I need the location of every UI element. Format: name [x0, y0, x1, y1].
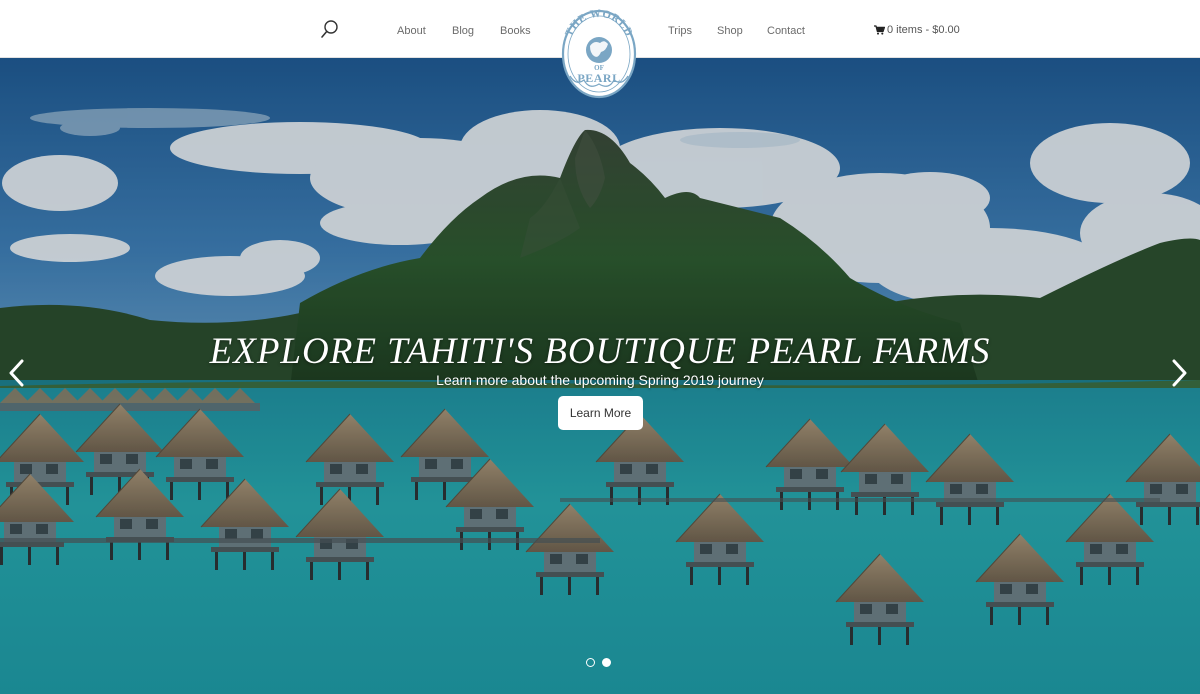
site-logo[interactable]: THE WORLD OF PEARL [556, 6, 642, 102]
hero-subtitle: Learn more about the upcoming Spring 201… [436, 372, 764, 388]
learn-more-button[interactable]: Learn More [558, 396, 643, 430]
slide-dot-1[interactable] [586, 658, 595, 667]
chevron-left-icon[interactable] [6, 358, 28, 388]
slide-dot-2[interactable] [602, 658, 611, 667]
chevron-right-icon[interactable] [1168, 358, 1190, 388]
hero-slider: EXPLORE TAHITI'S BOUTIQUE PEARL FARMS Le… [0, 58, 1200, 694]
cart-icon [874, 25, 886, 38]
slider-pagination [586, 658, 618, 670]
hero-title: EXPLORE TAHITI'S BOUTIQUE PEARL FARMS [209, 331, 991, 372]
cart-link[interactable]: 0 items - $0.00 [874, 24, 960, 38]
nav-link-about[interactable]: About [397, 25, 426, 37]
logo-bottom-text: PEARL [577, 71, 620, 85]
nav-link-trips[interactable]: Trips [668, 25, 692, 37]
nav-link-shop[interactable]: Shop [717, 25, 743, 37]
nav-link-contact[interactable]: Contact [767, 25, 805, 37]
cart-summary: 0 items - $0.00 [887, 24, 960, 36]
nav-link-books[interactable]: Books [500, 25, 531, 37]
nav-link-blog[interactable]: Blog [452, 25, 474, 37]
search-icon[interactable] [318, 18, 342, 42]
